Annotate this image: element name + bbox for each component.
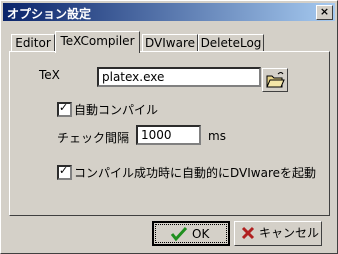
close-icon: ×: [319, 5, 330, 18]
cancel-button[interactable]: キャンセル: [234, 221, 322, 246]
tab-dviware-label: DVIware: [145, 36, 195, 50]
check-interval-input[interactable]: 1000: [136, 125, 201, 145]
ok-focus-rect: [155, 224, 227, 243]
check-interval-label: チェック間隔: [57, 131, 130, 145]
tab-deletelog[interactable]: DeleteLog: [198, 34, 264, 52]
tab-deletelog-label: DeleteLog: [200, 36, 262, 50]
tab-dviware[interactable]: DVIware: [142, 34, 198, 52]
launch-dviware-checkbox[interactable]: [57, 164, 72, 180]
folder-open-icon: [266, 72, 285, 88]
title-bar[interactable]: オプション設定 ×: [3, 3, 335, 21]
check-interval-unit: ms: [208, 129, 226, 143]
tab-editor-label: Editor: [15, 36, 51, 50]
ok-button[interactable]: OK: [152, 221, 230, 246]
browse-button[interactable]: [262, 68, 288, 92]
auto-compile-checkbox[interactable]: [57, 101, 72, 117]
tex-path-input[interactable]: platex.exe: [97, 67, 261, 87]
x-icon: [241, 226, 255, 240]
tab-editor[interactable]: Editor: [11, 34, 55, 52]
ok-label: OK: [192, 227, 210, 241]
tab-texcompiler[interactable]: TeXCompiler: [55, 31, 140, 53]
auto-compile-label: 自動コンパイル: [74, 103, 159, 117]
launch-dviware-label: コンパイル成功時に自動的にDVIwareを起動: [74, 166, 316, 180]
options-dialog: オプション設定 × Editor TeXCompiler DVIware Del…: [0, 0, 338, 254]
close-button[interactable]: ×: [316, 5, 333, 20]
tex-label: TeX: [39, 68, 60, 82]
window-title: オプション設定: [7, 7, 92, 21]
cancel-label: キャンセル: [259, 226, 320, 240]
tab-texcompiler-label: TeXCompiler: [60, 34, 135, 48]
checkmark-icon: [170, 226, 188, 242]
